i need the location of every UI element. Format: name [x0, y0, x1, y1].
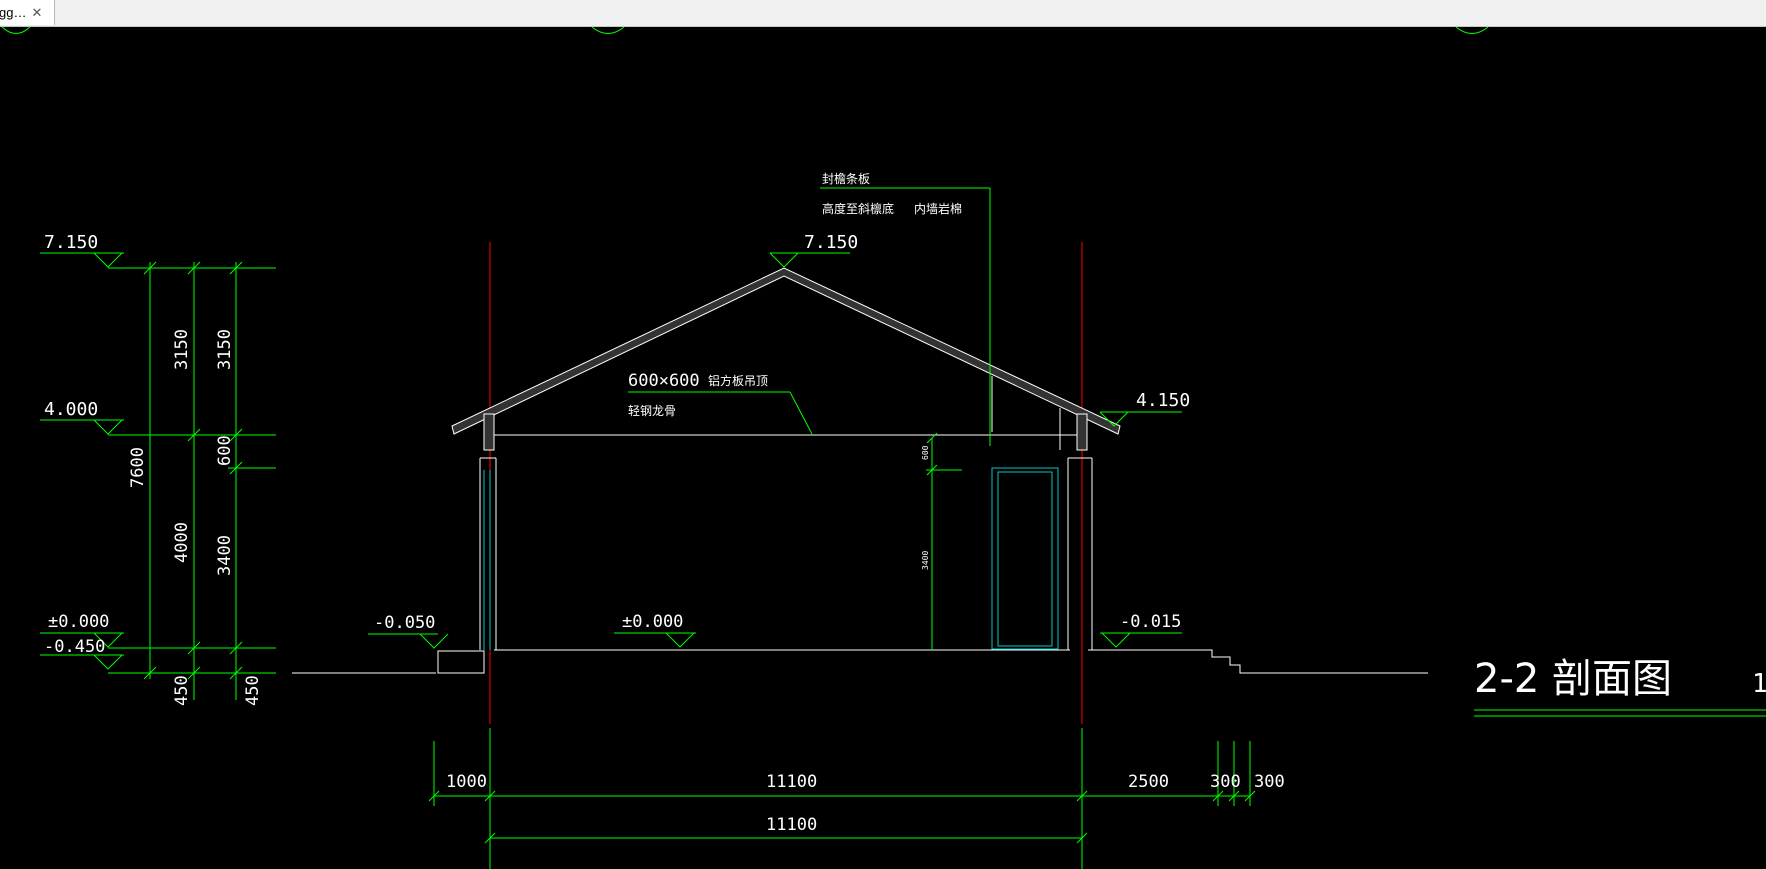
dim-col2-lower: 3400: [215, 535, 235, 576]
left-window: [483, 470, 491, 650]
grid-bubble-arc: [1455, 26, 1489, 34]
grid-bubble-arc: [591, 26, 625, 34]
drawing-title-suffix: 1: [1752, 669, 1766, 699]
drawing-tab-label: gg…: [0, 5, 27, 20]
grid-bubble-arc: [1, 26, 31, 34]
foundation-detail: [437, 650, 485, 674]
dim-col2-base: 450: [243, 675, 263, 706]
elev-left-eave: 4.000: [44, 399, 98, 420]
dim-h-11100: 11100: [766, 772, 817, 792]
left-elevation-dims: [40, 252, 276, 700]
dim-col1-lower: 4000: [172, 522, 192, 563]
dim-col2-mid: 600: [215, 435, 235, 466]
elev-outdoor-left: -0.050: [374, 613, 435, 633]
note-roof-3: 内墙岩棉: [914, 201, 962, 216]
note-roof-1: 封檐条板: [822, 172, 870, 186]
dim-total: 7600: [128, 447, 148, 488]
dim-inner-600: 600: [921, 445, 930, 460]
elev-right-eave: 4.150: [1136, 390, 1190, 411]
drawing-canvas[interactable]: 7.150 4.000 ±0.000 -0.450 7600 3150 4000…: [0, 26, 1766, 869]
elev-ridge: 7.150: [804, 232, 858, 253]
tab-bar: gg… ✕: [0, 0, 1766, 27]
note-ceiling-size: 600×600: [628, 371, 700, 391]
inner-vertical-dims: [926, 432, 962, 650]
walls: [479, 408, 1093, 651]
dim-col1-upper: 3150: [172, 329, 192, 370]
dim-col1-base: 450: [172, 675, 192, 706]
outdoor-steps: [1088, 649, 1248, 674]
dim-h-overall: 11100: [766, 815, 817, 835]
elev-indoor: ±0.000: [622, 612, 683, 632]
door: [991, 467, 1059, 650]
roof-note-leader: [820, 187, 991, 446]
note-ceiling-material: 铝方板吊顶: [708, 373, 768, 388]
elev-left-zero: ±0.000: [48, 612, 109, 632]
dim-h-2500: 2500: [1128, 772, 1169, 792]
dim-h-1000: 1000: [446, 772, 487, 792]
drawing-tab[interactable]: gg… ✕: [0, 0, 55, 25]
title-underline: [1474, 709, 1766, 717]
close-icon[interactable]: ✕: [31, 5, 42, 21]
dim-col2-upper: 3150: [215, 329, 235, 370]
note-ceiling-keel: 轻钢龙骨: [628, 404, 676, 418]
roof: [451, 267, 1121, 435]
dim-h-300b: 300: [1254, 772, 1285, 792]
elev-left-ground: -0.450: [44, 637, 105, 657]
dim-h-300a: 300: [1210, 772, 1241, 792]
elev-outdoor-right: -0.015: [1120, 612, 1181, 632]
drawing-title: 2-2 剖面图: [1474, 656, 1672, 702]
note-roof-2: 高度至斜檩底: [822, 201, 894, 216]
dim-inner-3400: 3400: [921, 551, 930, 570]
elev-left-top: 7.150: [44, 232, 98, 253]
bottom-dims: [428, 728, 1256, 869]
